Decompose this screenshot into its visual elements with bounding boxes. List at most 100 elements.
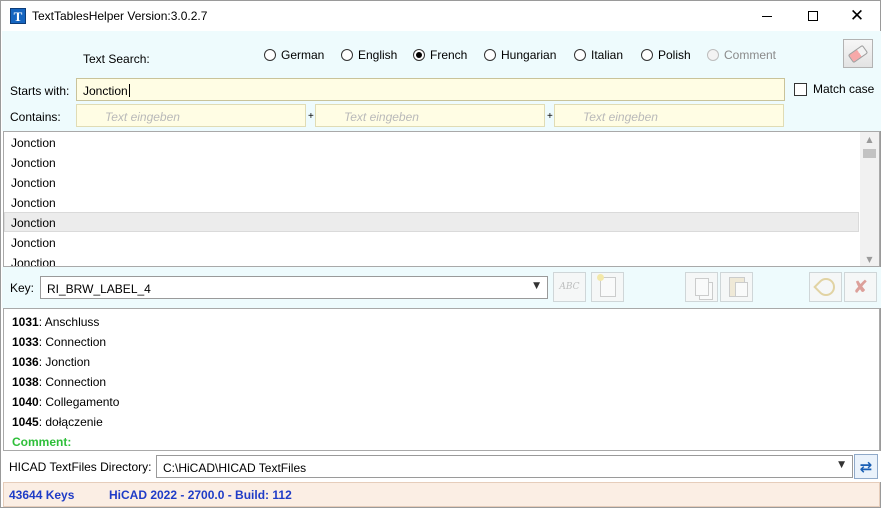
chevron-down-icon: ▼ [533, 281, 540, 291]
app-window: T TextTablesHelper Version:3.0.2.7 ✕ Tex… [0, 0, 881, 508]
minimize-button[interactable] [744, 1, 790, 31]
language-code: 1038 [12, 375, 39, 389]
title-bar: T TextTablesHelper Version:3.0.2.7 ✕ [1, 1, 880, 31]
status-bar: 43644 Keys HiCAD 2022 - 2700.0 - Build: … [3, 482, 880, 507]
radio-circle [641, 49, 653, 61]
radio-german[interactable]: German [264, 48, 324, 62]
results-list[interactable]: Jonction Jonction Jonction Jonction Jonc… [3, 131, 880, 267]
directory-dropdown[interactable]: C:\HiCAD\HICAD TextFiles ▼ [156, 455, 853, 478]
language-code: 1040 [12, 395, 39, 409]
scroll-up-icon[interactable]: ▲ [860, 132, 879, 146]
radio-circle [484, 49, 496, 61]
starts-with-value: Jonction [83, 84, 128, 98]
key-dropdown[interactable]: RI_BRW_LABEL_4 ▼ [40, 276, 548, 299]
radio-hungarian[interactable]: Hungarian [484, 48, 556, 62]
delete-key-button[interactable]: ✘ [844, 272, 877, 302]
spellcheck-icon: ABC [559, 282, 580, 292]
list-item[interactable]: Jonction [4, 132, 859, 152]
scroll-down-icon[interactable]: ▼ [860, 252, 879, 266]
radio-circle [413, 49, 425, 61]
starts-with-input[interactable]: Jonction [76, 78, 785, 101]
search-panel: Text Search: German English French Hunga… [2, 31, 881, 131]
keys-count: 43644 Keys [9, 488, 75, 502]
translation-text: Connection [45, 375, 107, 389]
app-icon: T [10, 8, 26, 24]
new-entry-button[interactable] [591, 272, 624, 302]
radio-label: Polish [658, 48, 691, 62]
radio-selected-dot [416, 52, 422, 58]
translation-row: 1045: dołączenie [12, 415, 103, 429]
list-item[interactable]: Jonction [4, 172, 859, 192]
radio-comment: Comment [707, 48, 776, 62]
contains-input-1[interactable]: Text eingeben [76, 104, 306, 127]
translation-row: 1033: Connection [12, 335, 107, 349]
radio-label: French [430, 48, 468, 62]
translation-text: dołączenie [45, 415, 103, 429]
language-code: 1036 [12, 355, 39, 369]
refresh-icon: ⇄ [859, 457, 873, 476]
copy-icon [694, 278, 709, 296]
list-item[interactable]: Jonction [4, 212, 859, 232]
key-label: Key: [10, 281, 35, 295]
radio-circle [341, 49, 353, 61]
chevron-down-icon: ▼ [838, 460, 845, 470]
comment-label: Comment: [12, 435, 72, 449]
translation-row: 1040: Collegamento [12, 395, 120, 409]
paste-icon [728, 277, 748, 297]
translation-text: Connection [45, 335, 107, 349]
paste-button[interactable] [720, 272, 753, 302]
new-document-icon [596, 274, 616, 297]
refresh-button[interactable]: ⇄ [854, 454, 878, 479]
clear-search-button[interactable] [843, 39, 873, 68]
copy-button[interactable] [685, 272, 718, 302]
key-icon [812, 274, 839, 300]
radio-circle [574, 49, 586, 61]
radio-french[interactable]: French [413, 48, 467, 62]
maximize-button[interactable] [790, 1, 836, 31]
language-code: 1033 [12, 335, 39, 349]
translation-row: 1038: Connection [12, 375, 107, 389]
translation-row: 1036: Jonction [12, 355, 91, 369]
close-button[interactable]: ✕ [834, 1, 880, 31]
spellcheck-button[interactable]: ABC [553, 272, 586, 302]
list-item[interactable]: Jonction [4, 252, 859, 266]
contains-input-3[interactable]: Text eingeben [554, 104, 784, 127]
key-button[interactable] [809, 272, 842, 302]
minimize-icon [762, 15, 772, 17]
key-panel: Key: RI_BRW_LABEL_4 ▼ ABC ✘ [2, 267, 881, 308]
plus-separator: + [547, 111, 553, 122]
version-info: HiCAD 2022 - 2700.0 - Build: 112 [109, 488, 292, 502]
radio-polish[interactable]: Polish [641, 48, 691, 62]
radio-circle [264, 49, 276, 61]
eraser-icon [847, 44, 869, 63]
contains-input-2[interactable]: Text eingeben [315, 104, 545, 127]
radio-label: German [281, 48, 325, 62]
maximize-icon [808, 11, 818, 21]
radio-italian[interactable]: Italian [574, 48, 623, 62]
radio-label: Comment [724, 48, 777, 62]
radio-circle [707, 49, 719, 61]
radio-label: Italian [591, 48, 624, 62]
starts-with-label: Starts with: [10, 84, 70, 98]
list-item[interactable]: Jonction [4, 152, 859, 172]
radio-label: Hungarian [501, 48, 557, 62]
match-case-checkbox[interactable]: Match case [794, 82, 874, 96]
directory-value: C:\HiCAD\HICAD TextFiles [163, 461, 307, 475]
match-case-label: Match case [813, 82, 875, 96]
translations-panel: 1031: Anschluss 1033: Connection 1036: J… [3, 308, 880, 451]
language-code: 1031 [12, 315, 39, 329]
checkbox-box [794, 82, 807, 96]
contains-label: Contains: [10, 110, 61, 124]
delete-key-icon: ✘ [852, 276, 869, 298]
radio-label: English [358, 48, 398, 62]
close-icon: ✕ [849, 5, 865, 26]
results-scrollbar[interactable]: ▲ ▼ [860, 132, 879, 266]
translation-row: 1031: Anschluss [12, 315, 100, 329]
scroll-thumb[interactable] [863, 149, 876, 158]
list-item[interactable]: Jonction [4, 192, 859, 212]
text-caret [128, 84, 130, 97]
radio-english[interactable]: English [341, 48, 397, 62]
directory-label: HICAD TextFiles Directory: [9, 460, 152, 474]
list-item[interactable]: Jonction [4, 232, 859, 252]
directory-panel: HICAD TextFiles Directory: C:\HiCAD\HICA… [2, 451, 881, 482]
